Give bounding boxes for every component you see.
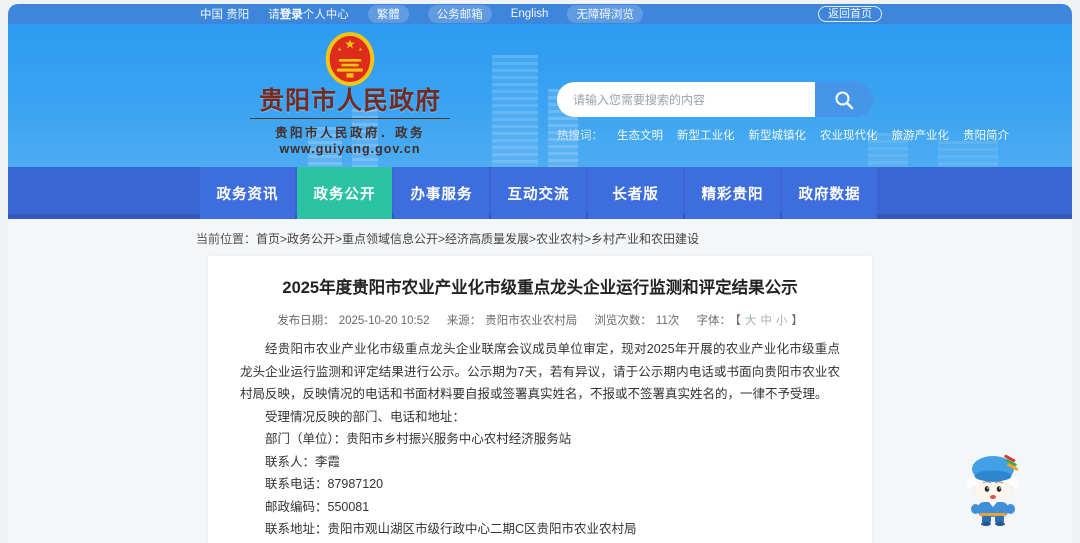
contact-address: 联系地址：贵阳市观山湖区市级行政中心二期C区贵阳市农业农村局 [265, 522, 637, 537]
font-size-medium-button[interactable]: 中 [760, 315, 772, 327]
hot-search-item[interactable]: 贵阳简介 [963, 127, 1009, 143]
site-logo[interactable]: 贵阳市人民政府 贵阳市人民政府．政务 www.guiyang.gov.cn [240, 30, 460, 156]
contact-phone: 联系电话：87987120 [265, 477, 384, 492]
login-bold: 登录 [279, 9, 303, 21]
bracket: 【 [735, 315, 741, 328]
browser-page: 中国 贵阳 请登录个人中心 繁體 公务邮箱 English 无障碍浏览 返回首页 [8, 4, 1072, 543]
source-value: 贵阳市农业农村局 [485, 315, 578, 328]
site-subtitle: 贵阳市人民政府．政务 [274, 126, 425, 141]
article-paragraph: 经贵阳市农业产业化市级重点龙头企业联席会议成员单位审定，现对2025年开展的农业… [240, 342, 840, 402]
hot-search-row: 热搜词： 生态文明 新型工业化 新型城镇化 农业现代化 旅游产业化 贵阳简介 [557, 127, 1009, 143]
nav-tab-zhengwu-zixun[interactable]: 政务资讯 [200, 167, 295, 219]
hot-search-item[interactable]: 农业现代化 [820, 127, 878, 143]
login-link[interactable]: 请登录个人中心 [268, 6, 349, 22]
content-area: 当前位置：首页>政务公开>重点领域信息公开>经济高质量发展>农业农村>乡村产业和… [8, 219, 1072, 543]
hot-search-item[interactable]: 新型城镇化 [749, 127, 807, 143]
logo-divider [250, 118, 450, 120]
mascot-icon [967, 454, 1019, 526]
nav-tab-jingcai-guiyang[interactable]: 精彩贵阳 [685, 167, 780, 219]
breadcrumb-path[interactable]: 首页>政务公开>重点领域信息公开>经济高质量发展>农业农村>乡村产业和农田建设 [256, 232, 699, 246]
article-meta: 发布日期： 2025-10-20 10:52 来源： 贵阳市农业农村局 浏览次数： 1… [240, 312, 840, 328]
search-area: 热搜词： 生态文明 新型工业化 新型城镇化 农业现代化 旅游产业化 贵阳简介 [557, 82, 1009, 143]
national-emblem-icon [325, 32, 375, 86]
bracket: 】 [791, 315, 803, 328]
hot-search-item[interactable]: 新型工业化 [677, 127, 735, 143]
top-utility-bar: 中国 贵阳 请登录个人中心 繁體 公务邮箱 English 无障碍浏览 返回首页 [8, 4, 1072, 24]
site-banner: 贵阳市人民政府 贵阳市人民政府．政务 www.guiyang.gov.cn 热搜… [8, 24, 1072, 167]
site-url: www.guiyang.gov.cn [279, 142, 421, 157]
hot-search-item[interactable]: 旅游产业化 [892, 127, 950, 143]
publish-date-value: 2025-10-20 10:52 [338, 315, 430, 328]
nav-tab-zhengwu-gongkai[interactable]: 政务公开 [297, 167, 392, 219]
accessibility-link[interactable]: 无障碍浏览 [567, 5, 643, 23]
views-value: 11次 [655, 315, 680, 328]
hot-search-label: 热搜词： [557, 130, 603, 142]
skyline-decoration [492, 55, 538, 167]
nav-tab-zhangzheban[interactable]: 长者版 [588, 167, 683, 219]
breadcrumb-label: 当前位置： [196, 232, 257, 246]
contact-department: 部门（单位）：贵阳市乡村振兴服务中心农村经济服务站 [265, 432, 572, 447]
main-nav: 政务资讯 政务公开 办事服务 互动交流 长者版 精彩贵阳 政府数据 [8, 167, 1072, 219]
article-card: 2025年度贵阳市农业产业化市级重点龙头企业运行监测和评定结果公示 发布日期： 2… [208, 256, 872, 543]
publish-date-label: 发布日期： [277, 315, 335, 328]
login-prefix: 请 [268, 9, 280, 21]
region-link[interactable]: 中国 贵阳 [200, 6, 249, 22]
login-suffix: 个人中心 [302, 9, 349, 21]
search-icon [835, 91, 854, 109]
nav-tab-banshi-fuwu[interactable]: 办事服务 [394, 167, 489, 219]
search-input[interactable] [557, 82, 815, 117]
mascot-assistant-widget[interactable] [962, 448, 1024, 531]
nav-tab-hudong-jiaoliu[interactable]: 互动交流 [491, 167, 586, 219]
site-name: 贵阳市人民政府 [258, 87, 441, 115]
views-label: 浏览次数： [594, 315, 652, 328]
skyline-decoration [938, 141, 998, 167]
contact-postcode: 邮政编码：550081 [265, 499, 370, 514]
english-link[interactable]: English [511, 8, 549, 20]
font-size-large-button[interactable]: 大 [745, 315, 757, 327]
contact-person: 联系人：李霞 [265, 454, 341, 469]
article-paragraph: 受理情况反映的部门、电话和地址： [265, 409, 466, 424]
search-button[interactable] [815, 82, 873, 117]
article-title: 2025年度贵阳市农业产业化市级重点龙头企业运行监测和评定结果公示 [282, 279, 798, 297]
font-size-small-button[interactable]: 小 [776, 315, 788, 327]
traditional-chinese-link[interactable]: 繁體 [367, 5, 409, 23]
nav-tab-zhengfu-shuju[interactable]: 政府数据 [782, 167, 877, 219]
source-label: 来源： [446, 315, 482, 328]
official-mail-link[interactable]: 公务邮箱 [427, 5, 492, 23]
hot-search-item[interactable]: 生态文明 [617, 127, 663, 143]
back-home-button[interactable]: 返回首页 [818, 6, 882, 22]
font-size-label: 字体： [696, 315, 732, 328]
breadcrumb: 当前位置：首页>政务公开>重点领域信息公开>经济高质量发展>农业农村>乡村产业和… [196, 230, 1072, 247]
article-body: 经贵阳市农业产业化市级重点龙头企业联席会议成员单位审定，现对2025年开展的农业… [240, 338, 840, 541]
